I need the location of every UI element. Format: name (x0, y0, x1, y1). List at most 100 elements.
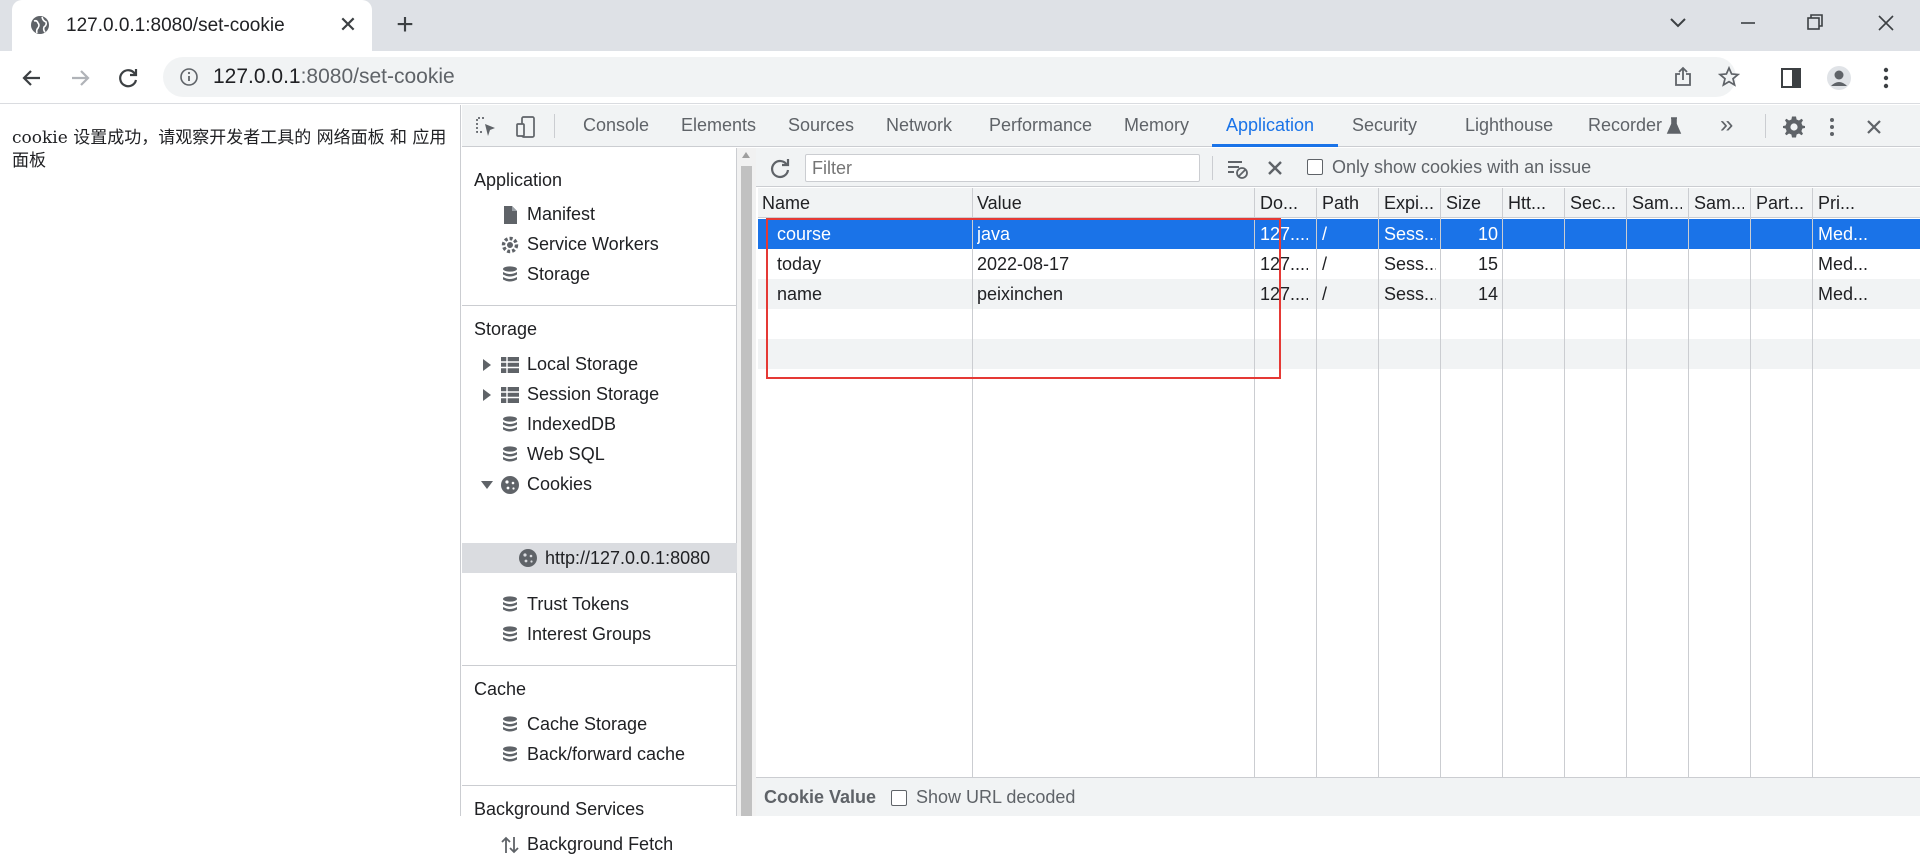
tab-performance[interactable]: Performance (989, 115, 1092, 136)
reload-icon[interactable] (114, 64, 142, 92)
only-issues-checkbox[interactable] (1307, 159, 1323, 175)
column-divider[interactable] (1378, 188, 1379, 777)
section-application: Application (474, 170, 563, 190)
back-arrow-icon[interactable] (18, 64, 46, 92)
devtools-tab-bar: Console Elements Sources Network Perform… (462, 105, 1920, 147)
sidebar-item-back-forward-cache[interactable]: Back/forward cache (527, 744, 685, 765)
sidebar-item-background-fetch[interactable]: Background Fetch (527, 834, 673, 855)
tab-console[interactable]: Console (583, 115, 649, 136)
show-url-decoded-checkbox[interactable] (891, 790, 907, 806)
column-divider[interactable] (1812, 188, 1813, 777)
tab-separator (554, 114, 555, 138)
column-divider[interactable] (1564, 188, 1565, 777)
devtools-panel: Console Elements Sources Network Perform… (462, 105, 1920, 854)
table-row[interactable]: today 2022-08-17 127.... / Sess... 15 Me… (758, 249, 1920, 279)
column-divider[interactable] (1316, 188, 1317, 777)
sidebar-item-manifest[interactable]: Manifest (527, 204, 595, 225)
sidebar-item-cookies[interactable]: Cookies (527, 474, 592, 495)
forward-arrow-icon[interactable] (66, 64, 94, 92)
site-info-icon[interactable] (179, 67, 199, 87)
more-tabs-icon[interactable]: » (1720, 111, 1733, 139)
sidebar-item-web-sql[interactable]: Web SQL (527, 444, 605, 465)
profile-avatar-icon[interactable] (1826, 65, 1852, 91)
tab-application[interactable]: Application (1226, 115, 1314, 136)
scroll-up-arrow-icon[interactable] (742, 152, 750, 158)
sidebar-item-cookie-origin[interactable]: http://127.0.0.1:8080 (462, 543, 737, 573)
bookmark-star-icon[interactable] (1717, 65, 1741, 89)
new-tab-icon[interactable]: + (390, 10, 420, 40)
share-icon[interactable] (1671, 65, 1695, 89)
sidebar-scrollbar[interactable] (737, 148, 756, 816)
device-toolbar-icon[interactable] (514, 115, 538, 139)
cookies-toolbar: Only show cookies with an issue (756, 148, 1920, 187)
cell-expires: Sess... (1384, 284, 1436, 304)
column-divider[interactable] (972, 188, 973, 777)
tab-memory[interactable]: Memory (1124, 115, 1189, 136)
sidebar-item-trust-tokens[interactable]: Trust Tokens (527, 594, 629, 615)
column-header-sameparty[interactable]: Sam... (1694, 193, 1744, 214)
filter-input[interactable] (805, 154, 1200, 182)
inspect-element-icon[interactable] (474, 115, 498, 139)
cell-expires: Sess... (1384, 254, 1436, 274)
column-divider[interactable] (1254, 188, 1255, 777)
close-devtools-icon[interactable] (1862, 115, 1886, 139)
column-header-priority[interactable]: Pri... (1818, 193, 1878, 214)
column-header-httponly[interactable]: Htt... (1508, 193, 1558, 214)
tab-security[interactable]: Security (1352, 115, 1417, 136)
column-header-partition-key[interactable]: Part... (1756, 193, 1808, 214)
database-icon (503, 716, 517, 732)
column-divider[interactable] (1626, 188, 1627, 777)
cell-domain: 127.... (1260, 284, 1308, 304)
cell-path: / (1322, 254, 1328, 274)
refresh-icon[interactable] (768, 156, 792, 180)
tab-search-icon[interactable] (1660, 8, 1696, 38)
browser-menu-icon[interactable] (1873, 65, 1899, 91)
expand-arrow-icon[interactable] (483, 389, 491, 401)
column-header-value[interactable]: Value (977, 193, 1217, 214)
tab-sources[interactable]: Sources (788, 115, 854, 136)
sidebar-item-local-storage[interactable]: Local Storage (527, 354, 638, 375)
settings-gear-icon[interactable] (1782, 115, 1806, 139)
tab-elements[interactable]: Elements (681, 115, 756, 136)
devtools-menu-icon[interactable] (1820, 115, 1844, 139)
browser-tab[interactable]: 127.0.0.1:8080/set-cookie ✕ (12, 0, 372, 51)
address-bar[interactable]: 127.0.0.1:8080/set-cookie (163, 57, 1741, 97)
page-content: cookie 设置成功，请观察开发者工具的 网络面板 和 应用面板 (0, 105, 461, 816)
close-tab-icon[interactable]: ✕ (335, 12, 361, 38)
sidebar-item-cache-storage[interactable]: Cache Storage (527, 714, 647, 735)
table-row[interactable]: name peixinchen 127.... / Sess... 14 Med… (758, 279, 1920, 309)
column-header-secure[interactable]: Sec... (1570, 193, 1620, 214)
side-panel-icon[interactable] (1778, 65, 1804, 91)
column-header-expires[interactable]: Expi... (1384, 193, 1434, 214)
sidebar-divider (462, 785, 737, 786)
tab-lighthouse[interactable]: Lighthouse (1465, 115, 1553, 136)
sidebar-item-session-storage[interactable]: Session Storage (527, 384, 659, 405)
column-divider[interactable] (1502, 188, 1503, 777)
column-header-size[interactable]: Size (1446, 193, 1496, 214)
sidebar-item-service-workers[interactable]: Service Workers (527, 234, 659, 255)
sidebar-item-indexeddb[interactable]: IndexedDB (527, 414, 616, 435)
column-header-domain[interactable]: Do... (1260, 193, 1308, 214)
cell-domain: 127.... (1260, 224, 1308, 244)
cookie-value-bar: Cookie Value Show URL decoded (756, 777, 1920, 816)
tab-recorder[interactable]: Recorder (1588, 115, 1662, 136)
scrollbar-thumb[interactable] (741, 166, 752, 816)
expand-arrow-icon[interactable] (483, 359, 491, 371)
column-header-path[interactable]: Path (1322, 193, 1370, 214)
column-header-samesite[interactable]: Sam... (1632, 193, 1682, 214)
tab-network[interactable]: Network (886, 115, 952, 136)
column-divider[interactable] (1440, 188, 1441, 777)
minimize-icon[interactable] (1730, 8, 1766, 38)
collapse-arrow-icon[interactable] (481, 481, 493, 489)
clear-all-cookies-icon[interactable] (1263, 156, 1287, 180)
sidebar-item-storage[interactable]: Storage (527, 264, 590, 285)
column-divider[interactable] (1688, 188, 1689, 777)
cell-size: 15 (1477, 254, 1498, 274)
sidebar-item-interest-groups[interactable]: Interest Groups (527, 624, 651, 645)
clear-filtered-cookies-icon[interactable] (1225, 156, 1249, 180)
table-row[interactable]: course java 127.... / Sess... 10 Med... (758, 219, 1920, 249)
column-header-name[interactable]: Name (762, 193, 962, 214)
close-window-icon[interactable] (1868, 8, 1904, 38)
restore-icon[interactable] (1797, 8, 1833, 38)
column-divider[interactable] (1750, 188, 1751, 777)
